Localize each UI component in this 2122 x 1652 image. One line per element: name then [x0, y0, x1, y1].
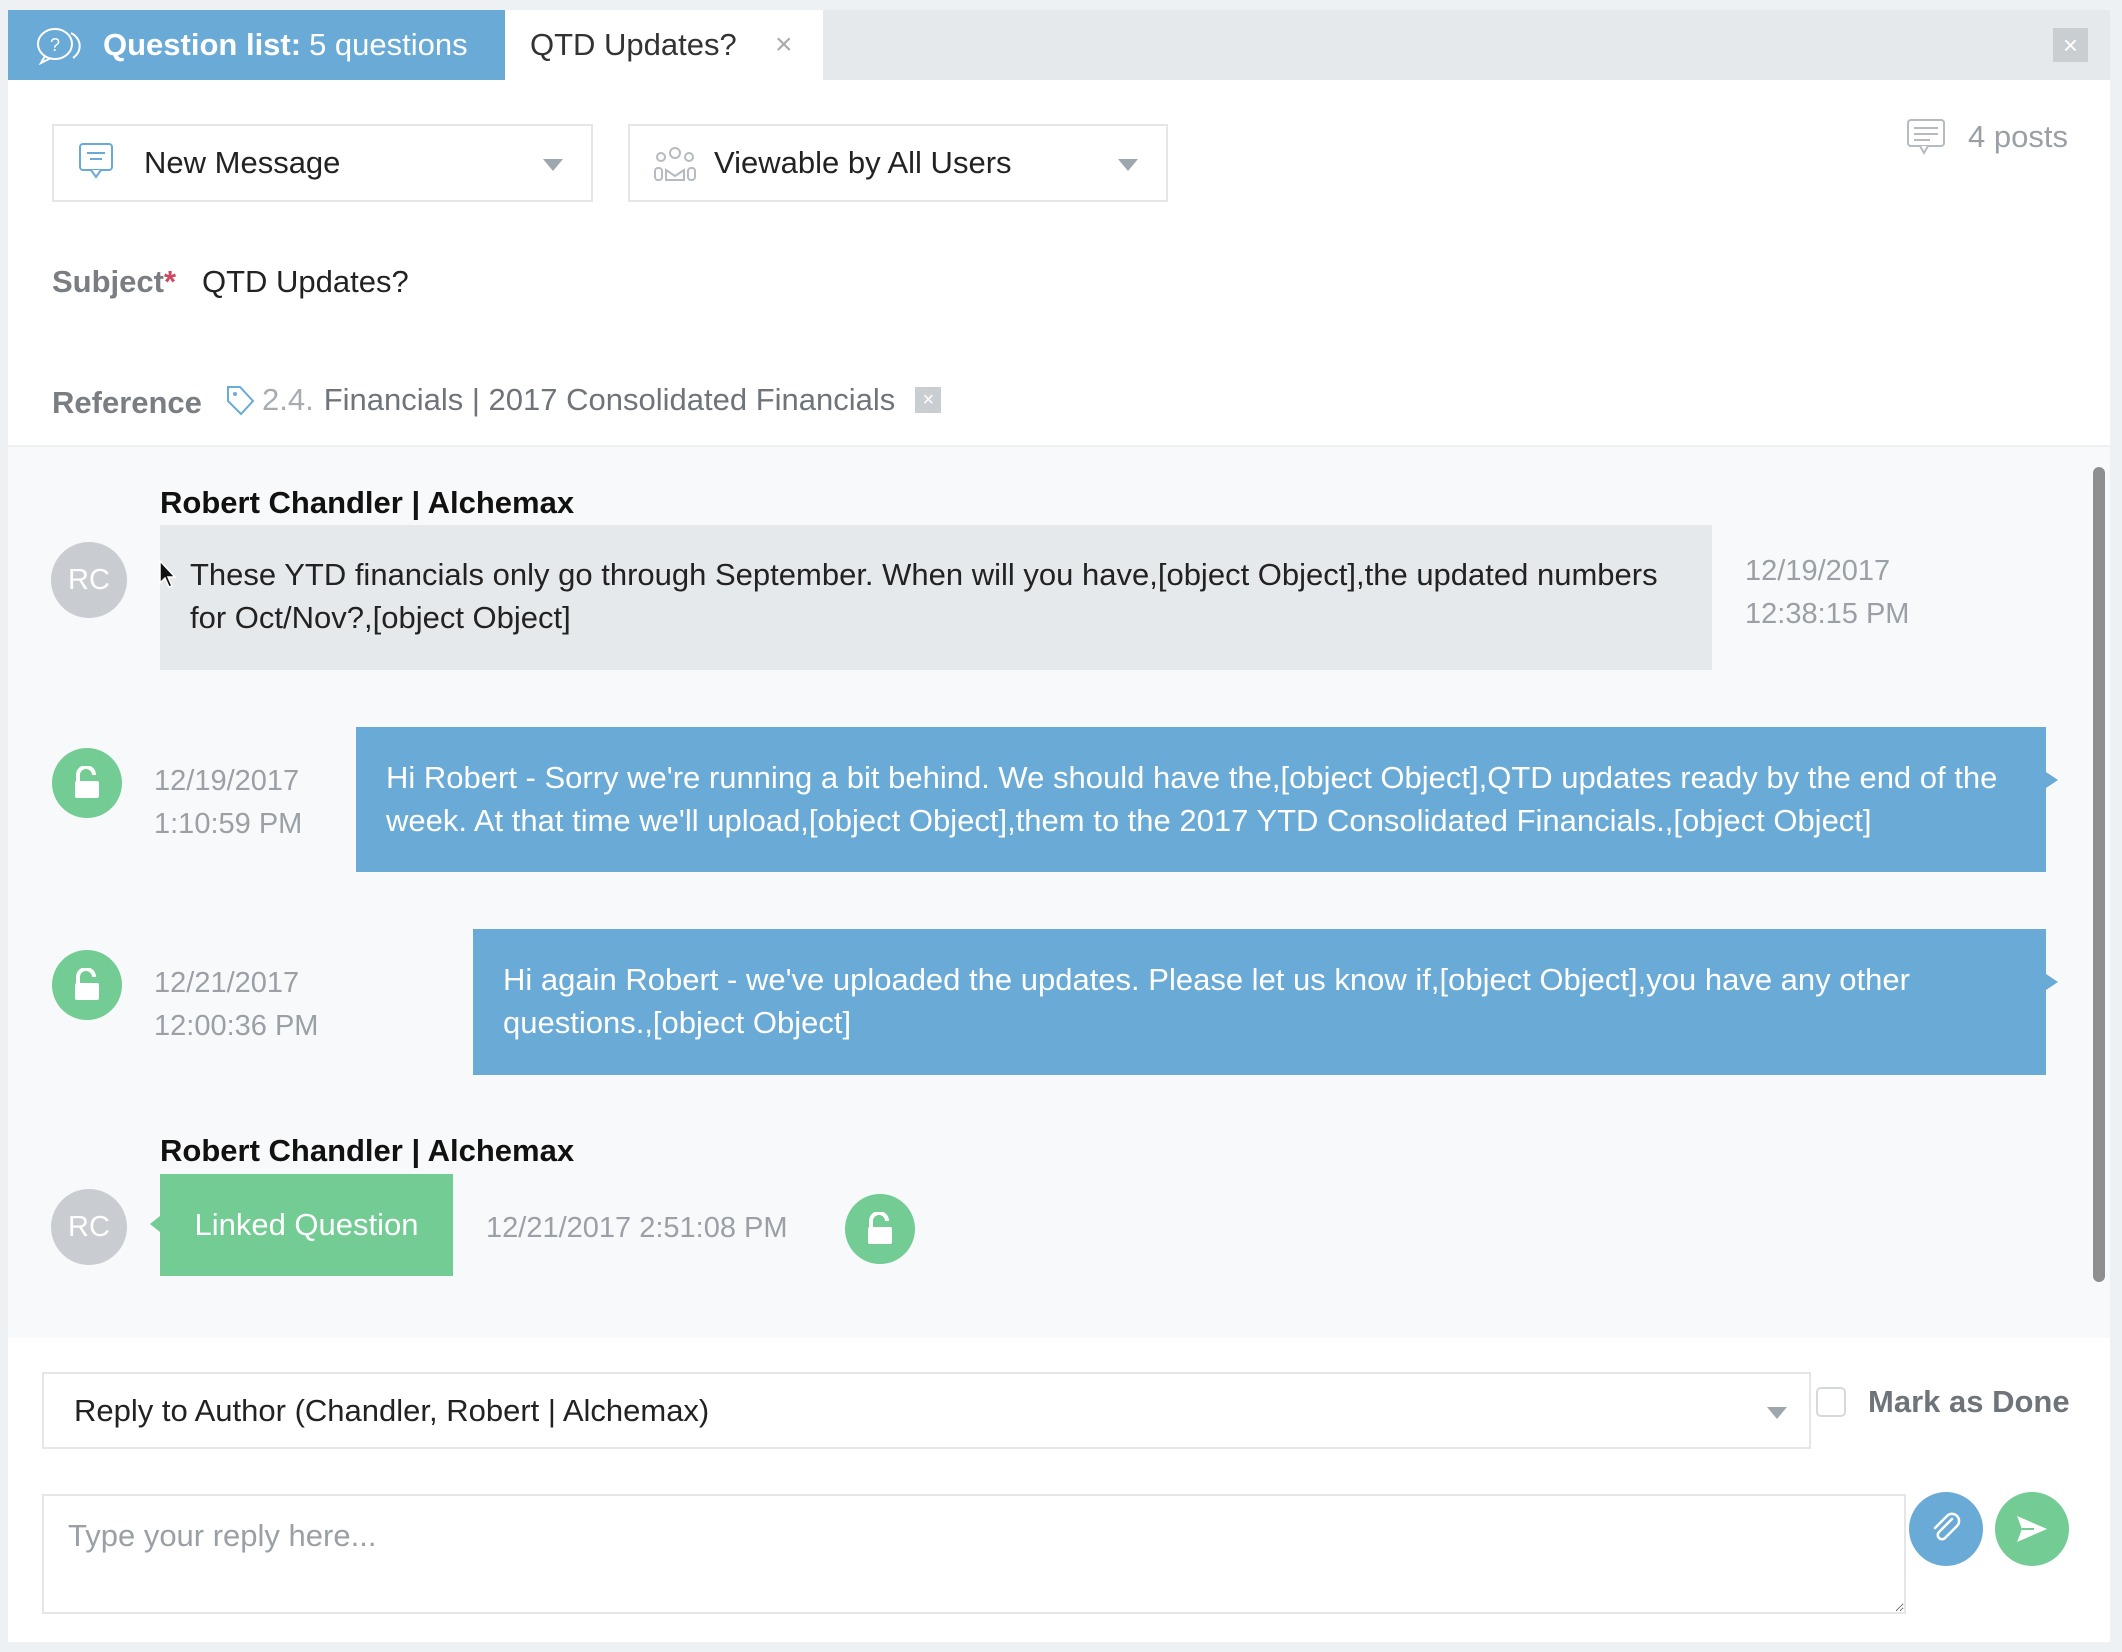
- message-time: 1:10:59 PM: [154, 808, 303, 840]
- chevron-down-icon: [1767, 1407, 1787, 1419]
- message-date: 12/21/2017: [154, 967, 300, 999]
- reply-recipient-value: Reply to Author (Chandler, Robert | Alch…: [74, 1392, 710, 1428]
- tag-icon: [227, 386, 255, 416]
- message-date: 12/19/2017: [1745, 555, 1891, 587]
- message-timestamp: 12/21/2017 2:51:08 PM: [486, 1212, 788, 1244]
- comment-icon: [1907, 119, 1945, 156]
- panel-close-button[interactable]: ×: [2053, 28, 2088, 62]
- message-type-dropdown[interactable]: New Message: [52, 124, 593, 202]
- subject-value: QTD Updates?: [202, 264, 409, 299]
- question-bubbles-icon: ?: [37, 28, 81, 65]
- reply-input[interactable]: [42, 1494, 1906, 1614]
- question-detail-panel: New Message Viewable by All Users 4 post…: [8, 80, 2110, 1642]
- message-status: [52, 748, 122, 818]
- unlock-icon: [75, 766, 99, 798]
- message-status: [845, 1194, 915, 1264]
- reference-value: Financials | 2017 Consolidated Financial…: [323, 382, 896, 417]
- visibility-dropdown[interactable]: Viewable by All Users: [628, 124, 1168, 202]
- svg-text:?: ?: [50, 35, 60, 55]
- users-group-icon: [654, 147, 696, 181]
- posts-count: 4 posts: [1906, 118, 2068, 156]
- attach-button[interactable]: [1909, 1492, 1983, 1566]
- posts-count-label: 4 posts: [1968, 119, 2068, 154]
- required-mark: *: [163, 264, 177, 299]
- visibility-value: Viewable by All Users: [714, 145, 1012, 180]
- chevron-down-icon: [543, 159, 563, 171]
- message-thread: Robert Chandler | Alchemax RC These YTD …: [8, 445, 2110, 1338]
- message-time: 12:38:15 PM: [1745, 598, 1910, 630]
- tab-qtd-updates[interactable]: QTD Updates? ×: [505, 10, 823, 80]
- message-bubble: Hi again Robert - we've uploaded the upd…: [473, 929, 2058, 1075]
- subject-label: Subject*: [52, 264, 176, 300]
- reference-label: Reference: [52, 385, 202, 420]
- tab-question-list[interactable]: ? Question list: 5 questions: [8, 10, 505, 80]
- linked-question-button[interactable]: Linked Question: [150, 1174, 453, 1276]
- message-timestamp: 12/19/2017 1:10:59 PM: [154, 760, 302, 846]
- message-bubble: Hi Robert - Sorry we're running a bit be…: [356, 727, 2058, 872]
- message-status: [52, 950, 122, 1020]
- send-icon: [2017, 1516, 2047, 1542]
- remove-reference-button[interactable]: ×: [915, 387, 942, 413]
- tab-question-list-count: 5 questions: [309, 27, 468, 62]
- chevron-down-icon: [1118, 159, 1138, 171]
- reference-number: 2.4.: [262, 382, 314, 417]
- mouse-cursor-icon: [159, 559, 177, 588]
- tab-question-list-label: Question list:: [103, 27, 302, 62]
- tab-close-icon[interactable]: ×: [775, 28, 793, 62]
- avatar: RC: [51, 542, 127, 618]
- unlock-icon: [75, 968, 99, 1000]
- new-message-icon: [79, 143, 113, 179]
- tab-qtd-updates-label: QTD Updates?: [530, 27, 737, 62]
- avatar: RC: [51, 1189, 127, 1265]
- paperclip-icon: [1933, 1512, 1961, 1541]
- mark-as-done-label: Mark as Done: [1868, 1384, 2070, 1419]
- message-author: Robert Chandler | Alchemax: [160, 485, 575, 520]
- message-type-value: New Message: [144, 145, 341, 180]
- message-bubble: These YTD financials only go through Sep…: [160, 525, 1712, 670]
- thread-scrollbar[interactable]: [2093, 467, 2105, 1282]
- mark-as-done-toggle[interactable]: Mark as Done: [1816, 1384, 2070, 1420]
- tab-bar: ? Question list: 5 questions QTD Updates…: [8, 10, 2110, 80]
- message-time: 12:00:36 PM: [154, 1010, 319, 1042]
- unlock-icon: [868, 1212, 892, 1244]
- message-author: Robert Chandler | Alchemax: [160, 1133, 575, 1168]
- reference-link[interactable]: 2.4. Financials | 2017 Consolidated Fina…: [224, 382, 942, 418]
- message-timestamp: 12/19/2017 12:38:15 PM: [1745, 550, 1909, 636]
- reply-recipient-dropdown[interactable]: Reply to Author (Chandler, Robert | Alch…: [42, 1372, 1811, 1449]
- send-button[interactable]: [1995, 1492, 2069, 1566]
- mark-as-done-checkbox[interactable]: [1816, 1387, 1846, 1417]
- message-timestamp: 12/21/2017 12:00:36 PM: [154, 962, 318, 1048]
- subject-label-text: Subject: [52, 264, 164, 299]
- message-date: 12/19/2017: [154, 765, 300, 797]
